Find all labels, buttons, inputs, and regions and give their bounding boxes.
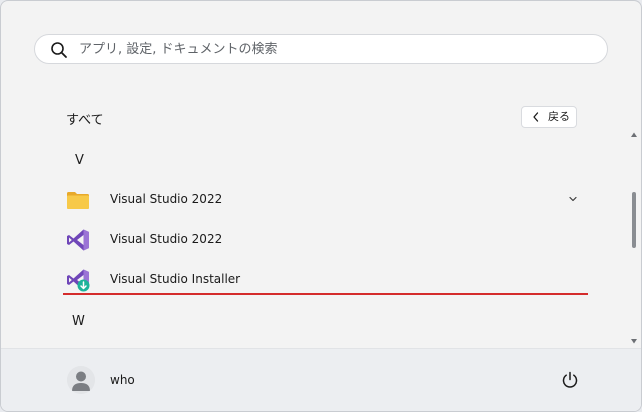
start-menu-footer: who — [1, 348, 641, 411]
chevron-down-icon[interactable] — [568, 194, 578, 204]
app-item-visual-studio-2022-folder[interactable]: Visual Studio 2022 — [57, 182, 591, 218]
back-button[interactable]: 戻る — [521, 106, 577, 128]
chevron-left-icon — [533, 112, 539, 122]
visual-studio-installer-icon — [67, 269, 90, 292]
scroll-up-arrow-icon[interactable] — [631, 131, 637, 139]
user-avatar-icon — [67, 366, 95, 394]
user-name[interactable]: who — [110, 373, 135, 387]
visual-studio-icon — [67, 229, 89, 251]
folder-icon — [67, 192, 89, 209]
search-box[interactable] — [34, 34, 608, 64]
scroll-down-arrow-icon[interactable] — [631, 337, 637, 345]
app-item-visual-studio-2022[interactable]: Visual Studio 2022 — [57, 222, 591, 258]
app-item-label: Visual Studio Installer — [110, 272, 241, 286]
app-item-label: Visual Studio 2022 — [110, 192, 223, 206]
letter-header-v[interactable]: V — [75, 153, 84, 168]
app-item-label: Visual Studio 2022 — [110, 232, 223, 246]
letter-header-w[interactable]: W — [72, 314, 85, 329]
back-button-label: 戻る — [548, 110, 570, 123]
search-input[interactable] — [79, 39, 579, 59]
power-icon[interactable] — [561, 371, 579, 389]
scrollbar-thumb[interactable] — [632, 192, 636, 248]
scrollbar[interactable] — [629, 131, 639, 349]
all-apps-title: すべて — [66, 113, 104, 128]
start-menu-all-apps-window: すべて 戻る V Visual Studio 2022 Visual Studi… — [0, 0, 642, 412]
search-icon — [51, 42, 67, 58]
highlight-underline — [63, 293, 588, 295]
user-avatar[interactable] — [67, 366, 95, 394]
